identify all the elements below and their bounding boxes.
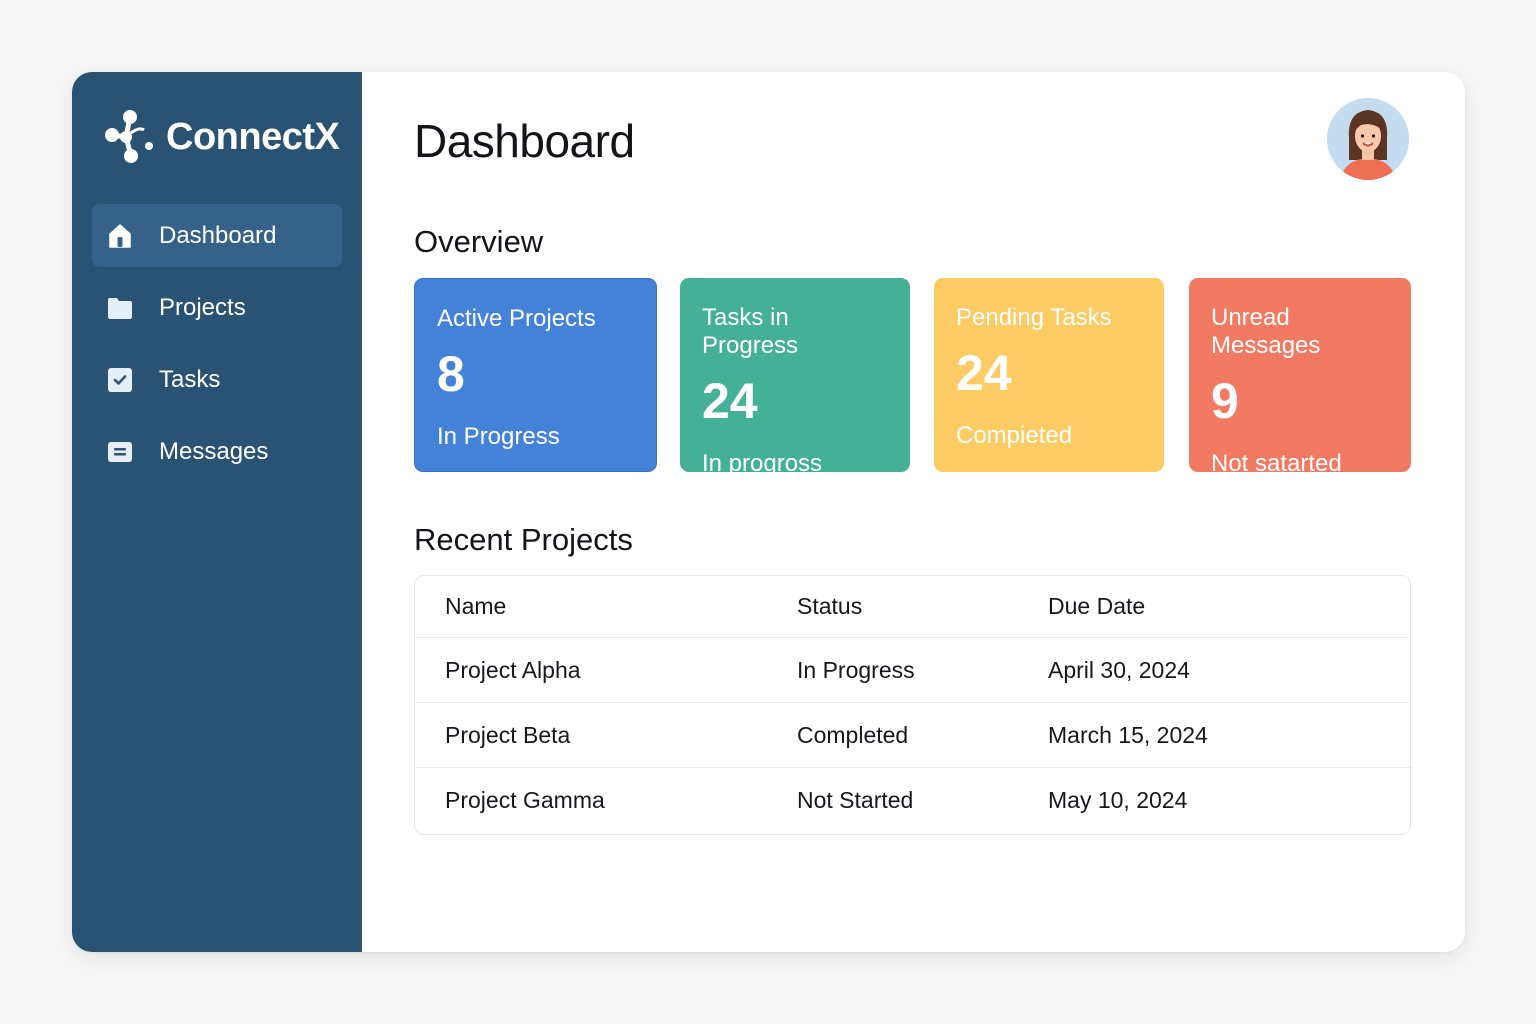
sidebar-item-label: Tasks [159,365,221,393]
table-row[interactable]: Project Alpha In Progress April 30, 2024 [415,638,1410,703]
project-due-date-cell: April 30, 2024 [1048,656,1190,683]
message-icon [106,438,134,466]
table-header-row: Name Status Due Date [415,576,1410,638]
sidebar-item-label: Messages [159,437,269,465]
stat-card-unread-messages[interactable]: Unread Messages 9 Not satarted [1189,278,1411,477]
project-due-date-cell: May 10, 2024 [1048,787,1188,813]
stat-card-title: Tasks in Progress [702,304,799,359]
stat-card-title: Unread Messages [1211,304,1321,359]
sidebar-item-messages[interactable]: Messages [92,420,342,483]
stat-card-value: 24 [702,373,758,429]
stat-card-title: Pending Tasks [956,304,1112,331]
column-header-status[interactable]: Status [797,593,1048,620]
stat-card-pending-tasks[interactable]: Pending Tasks 24 Compieted [934,278,1164,472]
sidebar-item-projects[interactable]: Projects [92,276,342,339]
app-window: ConnectX Dashboard Projects Tasks Messag… [72,72,1465,952]
column-header-name[interactable]: Name [415,593,797,620]
project-due-date-cell: March 15, 2024 [1048,721,1208,748]
sidebar-item-dashboard[interactable]: Dashboard [92,204,342,267]
stat-card-subtitle: In Progress [437,423,560,450]
sidebar-nav: Dashboard Projects Tasks Messages [72,204,362,483]
project-name-cell: Project Beta [445,721,571,748]
project-status-cell: In Progress [797,656,915,683]
home-icon [106,222,134,250]
stat-card-tasks-in-progress[interactable]: Tasks in Progress 24 In progross [680,278,910,477]
project-name-cell: Project Gamma [445,787,605,813]
main-content: Dashboard Overview Active Projects 8 In … [362,72,1465,952]
overview-title: Overview [414,224,544,259]
stat-card-subtitle: Not satarted [1211,450,1342,477]
sidebar-item-label: Dashboard [159,221,277,249]
project-name-cell: Project Alpha [445,656,581,683]
recent-projects-title: Recent Projects [414,522,633,557]
column-header-due-date[interactable]: Due Date [1048,593,1410,620]
stat-card-subtitle: In progross [702,450,823,477]
sidebar: ConnectX Dashboard Projects Tasks Messag… [72,72,362,952]
stat-card-value: 9 [1211,373,1239,429]
avatar-icon [1327,98,1409,180]
checkbox-icon [106,366,134,394]
stat-card-active-projects[interactable]: Active Projects 8 In Progress [414,278,657,472]
stat-card-subtitle: Compieted [956,422,1073,449]
page-title: Dashboard [414,115,635,167]
stat-card-value: 24 [956,345,1012,401]
brand-name: ConnectX [166,115,340,158]
project-status-cell: Completed [797,721,909,748]
folder-icon [106,294,134,322]
recent-projects-table: Name Status Due Date Project Alpha In Pr… [414,575,1411,835]
project-status-cell: Not Started [797,787,914,813]
overview-cards: Active Projects 8 In Progress Tasks in P… [414,278,1411,477]
table-row[interactable]: Project Gamma Not Started May 10, 2024 [415,768,1410,833]
sidebar-item-label: Projects [159,293,246,321]
connectx-logo-icon [105,110,153,163]
table-row[interactable]: Project Beta Completed March 15, 2024 [415,703,1410,768]
brand[interactable]: ConnectX [72,106,362,168]
stat-card-title: Active Projects [437,305,596,332]
sidebar-item-tasks[interactable]: Tasks [92,348,342,411]
stat-card-value: 8 [437,346,465,402]
user-avatar[interactable] [1327,98,1409,180]
